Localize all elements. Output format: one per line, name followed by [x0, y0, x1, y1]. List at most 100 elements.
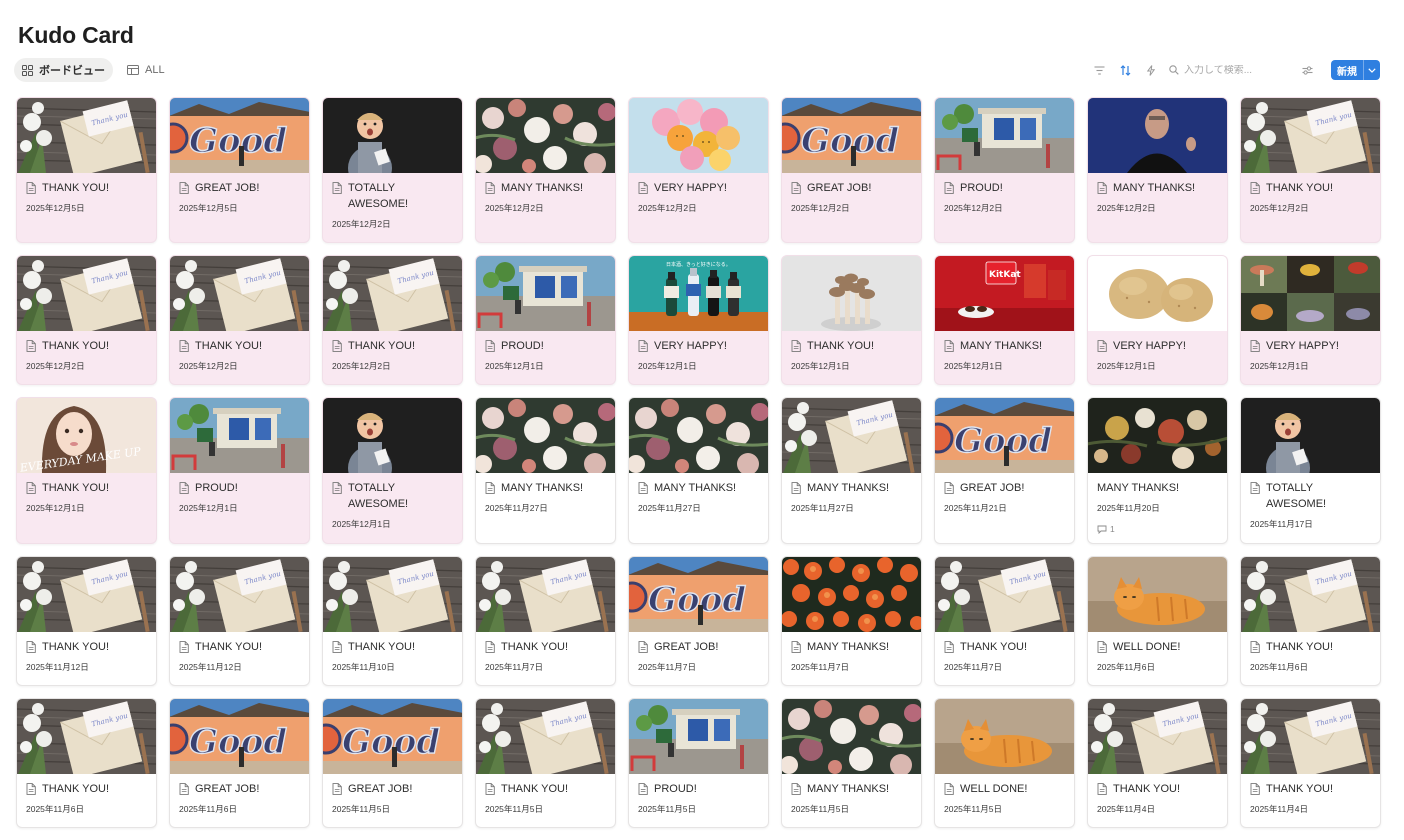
card-title-text: WELL DONE! — [1113, 641, 1181, 653]
kudo-card-43[interactable]: WELL DONE! 2025年11月5日 — [934, 698, 1075, 828]
kudo-card-45[interactable]: Thank you THANK YOU! 2025年11月4日 — [1240, 698, 1381, 828]
kudo-card-38[interactable]: Good GREAT JOB! 2025年11月6日 — [169, 698, 310, 828]
kudo-card-13[interactable]: PROUD! 2025年12月1日 — [475, 255, 616, 385]
card-cover-image — [629, 398, 768, 473]
kudo-card-27[interactable]: TOTALLY AWESOME! 2025年11月17日 — [1240, 397, 1381, 544]
kudo-card-14[interactable]: 日本酒、きっと好きになる。 VERY HAPPY! 2025年12月1日 — [628, 255, 769, 385]
card-title-text: THANK YOU! — [960, 641, 1028, 653]
card-cover-image — [476, 98, 615, 173]
card-cover-image — [1088, 398, 1227, 473]
kudo-card-36[interactable]: Thank you THANK YOU! 2025年11月6日 — [1240, 556, 1381, 686]
tab-board-view[interactable]: ボードビュー — [14, 58, 113, 82]
card-date: 2025年12月1日 — [638, 361, 697, 371]
card-date: 2025年11月6日 — [1250, 662, 1308, 672]
card-body: THANK YOU! 2025年12月2日 — [323, 331, 462, 372]
kudo-card-29[interactable]: Thank you THANK YOU! 2025年11月12日 — [169, 556, 310, 686]
card-body: THANK YOU! 2025年12月1日 — [17, 473, 156, 514]
kudo-card-25[interactable]: Good GREAT JOB! 2025年11月21日 — [934, 397, 1075, 544]
page-icon — [1250, 641, 1260, 653]
kudo-card-39[interactable]: Good GREAT JOB! 2025年11月5日 — [322, 698, 463, 828]
kudo-card-17[interactable]: VERY HAPPY! 2025年12月1日 — [1087, 255, 1228, 385]
kudo-card-6[interactable]: Good GREAT JOB! 2025年12月2日 — [781, 97, 922, 243]
page-icon — [179, 182, 189, 194]
kudo-card-37[interactable]: Thank you THANK YOU! 2025年11月6日 — [16, 698, 157, 828]
kudo-card-23[interactable]: MANY THANKS! 2025年11月27日 — [628, 397, 769, 544]
card-body: TOTALLY AWESOME! 2025年11月17日 — [1241, 473, 1380, 530]
new-button-group: 新規 — [1331, 60, 1380, 80]
kudo-card-41[interactable]: PROUD! 2025年11月5日 — [628, 698, 769, 828]
card-title: MANY THANKS! — [791, 480, 912, 496]
card-cover-image: Good — [170, 699, 309, 774]
kudo-card-26[interactable]: MANY THANKS! 2025年11月20日 1 — [1087, 397, 1228, 544]
new-button[interactable]: 新規 — [1331, 60, 1363, 80]
card-cover-image: Thank you — [1088, 699, 1227, 774]
new-dropdown-button[interactable] — [1363, 60, 1380, 80]
kudo-card-21[interactable]: TOTALLY AWESOME! 2025年12月1日 — [322, 397, 463, 544]
card-date: 2025年12月2日 — [1097, 203, 1156, 213]
kudo-card-22[interactable]: MANY THANKS! 2025年11月27日 — [475, 397, 616, 544]
kudo-card-33[interactable]: MANY THANKS! 2025年11月7日 — [781, 556, 922, 686]
kudo-card-31[interactable]: Thank you THANK YOU! 2025年11月7日 — [475, 556, 616, 686]
page-icon — [485, 783, 495, 795]
sort-button[interactable] — [1117, 62, 1133, 78]
search-input[interactable] — [1184, 64, 1284, 76]
card-title: THANK YOU! — [1250, 781, 1371, 797]
card-title-text: THANK YOU! — [42, 340, 110, 352]
kudo-card-20[interactable]: PROUD! 2025年12月1日 — [169, 397, 310, 544]
card-date: 2025年11月21日 — [944, 503, 1007, 513]
view-settings-button[interactable] — [1299, 62, 1315, 78]
card-title-text: VERY HAPPY! — [654, 182, 727, 194]
card-title: PROUD! — [179, 480, 300, 496]
kudo-card-5[interactable]: VERY HAPPY! 2025年12月2日 — [628, 97, 769, 243]
kudo-card-44[interactable]: Thank you THANK YOU! 2025年11月4日 — [1087, 698, 1228, 828]
comment-icon — [1097, 525, 1107, 534]
card-cover-image — [476, 256, 615, 331]
kudo-card-15[interactable]: THANK YOU! 2025年12月1日 — [781, 255, 922, 385]
card-date: 2025年11月5日 — [638, 804, 696, 814]
card-title: VERY HAPPY! — [1097, 338, 1218, 354]
card-cover-image — [1088, 98, 1227, 173]
card-date: 2025年11月10日 — [332, 662, 395, 672]
kudo-card-12[interactable]: Thank you THANK YOU! 2025年12月2日 — [322, 255, 463, 385]
kudo-card-28[interactable]: Thank you THANK YOU! 2025年11月12日 — [16, 556, 157, 686]
svg-text:Good: Good — [801, 121, 899, 161]
card-cover-image — [476, 398, 615, 473]
kudo-card-34[interactable]: Thank you THANK YOU! 2025年11月7日 — [934, 556, 1075, 686]
kudo-card-19[interactable]: EVERYDAY MAKE UP THANK YOU! 2025年12月1日 — [16, 397, 157, 544]
card-date: 2025年12月1日 — [1097, 361, 1156, 371]
card-title-text: TOTALLY AWESOME! — [348, 482, 409, 510]
card-title: TOTALLY AWESOME! — [332, 480, 453, 512]
card-title-text: THANK YOU! — [1113, 783, 1181, 795]
kudo-card-40[interactable]: Thank you THANK YOU! 2025年11月5日 — [475, 698, 616, 828]
kudo-card-7[interactable]: PROUD! 2025年12月2日 — [934, 97, 1075, 243]
card-title: PROUD! — [485, 338, 606, 354]
kudo-card-35[interactable]: WELL DONE! 2025年11月6日 — [1087, 556, 1228, 686]
kudo-card-4[interactable]: MANY THANKS! 2025年12月2日 — [475, 97, 616, 243]
card-date: 2025年12月1日 — [179, 503, 238, 513]
kudo-card-3[interactable]: TOTALLY AWESOME! 2025年12月2日 — [322, 97, 463, 243]
kudo-card-16[interactable]: KitKat MANY THANKS! 2025年12月1日 — [934, 255, 1075, 385]
card-date: 2025年12月1日 — [332, 519, 391, 529]
kudo-card-11[interactable]: Thank you THANK YOU! 2025年12月2日 — [169, 255, 310, 385]
kudo-card-9[interactable]: Thank you THANK YOU! 2025年12月2日 — [1240, 97, 1381, 243]
automation-button[interactable] — [1143, 62, 1159, 78]
tab-all[interactable]: ALL — [119, 58, 173, 82]
card-title: MANY THANKS! — [791, 781, 912, 797]
kudo-card-8[interactable]: MANY THANKS! 2025年12月2日 — [1087, 97, 1228, 243]
card-title: THANK YOU! — [1250, 639, 1371, 655]
card-cover-image: Good — [629, 557, 768, 632]
search-box[interactable] — [1169, 64, 1289, 76]
kudo-card-32[interactable]: Good GREAT JOB! 2025年11月7日 — [628, 556, 769, 686]
kudo-card-2[interactable]: Good GREAT JOB! 2025年12月5日 — [169, 97, 310, 243]
kudo-card-10[interactable]: Thank you THANK YOU! 2025年12月2日 — [16, 255, 157, 385]
card-cover-image — [935, 98, 1074, 173]
kudo-card-42[interactable]: MANY THANKS! 2025年11月5日 — [781, 698, 922, 828]
card-cover-image — [935, 699, 1074, 774]
filter-button[interactable] — [1091, 62, 1107, 78]
card-title: PROUD! — [944, 180, 1065, 196]
kudo-card-18[interactable]: VERY HAPPY! 2025年12月1日 — [1240, 255, 1381, 385]
kudo-card-30[interactable]: Thank you THANK YOU! 2025年11月10日 — [322, 556, 463, 686]
card-cover-image — [323, 398, 462, 473]
kudo-card-24[interactable]: Thank you MANY THANKS! 2025年11月27日 — [781, 397, 922, 544]
kudo-card-1[interactable]: Thank you THANK YOU! 2025年12月5日 — [16, 97, 157, 243]
